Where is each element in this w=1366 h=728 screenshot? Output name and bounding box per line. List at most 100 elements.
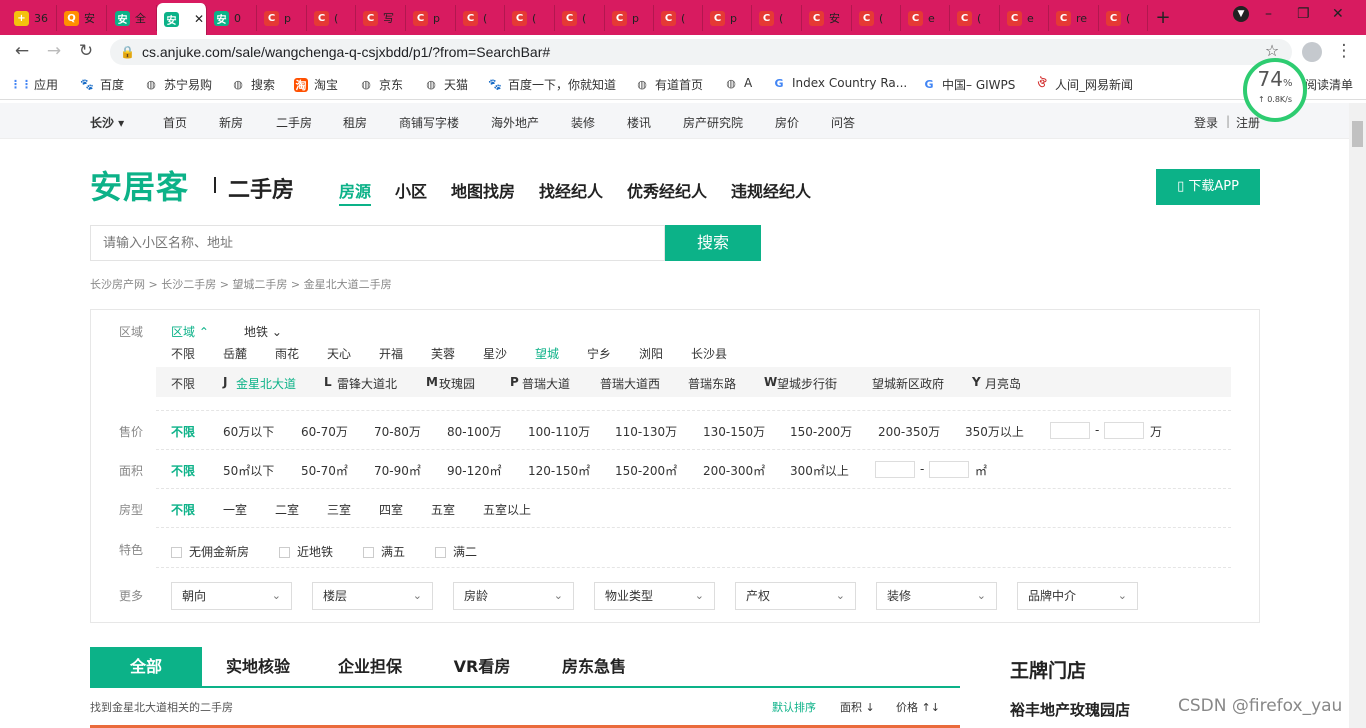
profile-avatar[interactable] xyxy=(1302,42,1322,62)
filter-dropdown[interactable]: 楼层 ⌄ xyxy=(312,582,433,610)
bookmark-netease[interactable]: ঔ 人间_网易新闻 xyxy=(1035,76,1133,93)
bookmark-tmall[interactable]: ◍ 天猫 xyxy=(424,76,468,93)
site-nav-item[interactable]: 商铺写字楼 xyxy=(399,114,459,131)
main-nav-item[interactable]: 房源 xyxy=(339,178,372,206)
site-nav-item[interactable]: 新房 xyxy=(219,114,243,131)
browser-tab[interactable]: Cp xyxy=(605,5,654,31)
site-logo[interactable]: 安居客 xyxy=(90,162,189,208)
feature-checkbox[interactable]: 无佣金新房 xyxy=(171,543,249,560)
city-selector[interactable]: 长沙 ▾ xyxy=(90,114,124,131)
bookmark-reading-list[interactable]: 阅读清单 xyxy=(1305,76,1353,93)
room-option[interactable]: 不限 xyxy=(171,501,195,518)
bookmark-search[interactable]: ◍ 搜索 xyxy=(231,76,275,93)
district-option[interactable]: 望城 xyxy=(535,345,559,362)
area-option[interactable]: 不限 xyxy=(171,462,195,479)
price-option[interactable]: 350万以上 xyxy=(965,423,1024,440)
browser-tab[interactable]: C( xyxy=(950,5,1000,31)
filter-dropdown[interactable]: 朝向 ⌄ xyxy=(171,582,292,610)
checkbox-icon[interactable] xyxy=(171,547,182,558)
district-option[interactable]: 宁乡 xyxy=(587,345,611,362)
price-option[interactable]: 100-110万 xyxy=(528,423,590,440)
bookmark-giwps[interactable]: G 中国– GIWPS xyxy=(922,76,1015,93)
browser-tab[interactable]: 安 ✕ xyxy=(157,3,207,35)
scrollbar-thumb[interactable] xyxy=(1352,121,1363,147)
browser-tab[interactable]: Cp xyxy=(257,5,307,31)
street-option[interactable]: 玫瑰园 xyxy=(439,375,475,392)
bookmark-taobao[interactable]: 淘淘宝 xyxy=(294,76,338,93)
street-option[interactable]: 普瑞大道西 xyxy=(600,375,660,392)
district-option[interactable]: 开福 xyxy=(379,345,403,362)
close-window-icon[interactable]: ✕ xyxy=(1332,6,1344,22)
area-option[interactable]: 70-90㎡ xyxy=(374,462,421,479)
bookmark-baidu[interactable]: 🐾 百度 xyxy=(80,76,124,93)
area-min-input[interactable] xyxy=(875,461,915,478)
browser-tab[interactable]: C( xyxy=(752,5,802,31)
price-option[interactable]: 150-200万 xyxy=(790,423,852,440)
browser-tab[interactable]: C( xyxy=(307,5,356,31)
bookmark-suning[interactable]: ◍ 苏宁易购 xyxy=(144,76,212,93)
price-option[interactable]: 110-130万 xyxy=(615,423,677,440)
forward-icon[interactable]: → xyxy=(44,41,64,61)
browser-tab[interactable]: C( xyxy=(505,5,555,31)
browser-tab[interactable]: C安 xyxy=(802,5,852,31)
area-option[interactable]: 50㎡以下 xyxy=(223,462,274,479)
price-option[interactable]: 不限 xyxy=(171,423,195,440)
browser-tab[interactable]: C( xyxy=(852,5,901,31)
listing-tab[interactable]: 全部 xyxy=(90,647,202,686)
tab-close-icon[interactable]: ✕ xyxy=(194,12,204,26)
district-option[interactable]: 岳麓 xyxy=(223,345,247,362)
site-nav-item[interactable]: 房产研究院 xyxy=(683,114,743,131)
sort-default[interactable]: 默认排序 xyxy=(772,699,816,715)
download-app-button[interactable]: ▯ 下载APP xyxy=(1156,169,1260,205)
bookmark-youdao[interactable]: ◍ 有道首页 xyxy=(635,76,703,93)
main-nav-item[interactable]: 优秀经纪人 xyxy=(627,178,707,202)
browser-tab[interactable]: Q安 xyxy=(57,5,107,31)
site-nav-item[interactable]: 海外地产 xyxy=(491,114,539,131)
district-option[interactable]: 长沙县 xyxy=(691,345,727,362)
district-option[interactable]: 不限 xyxy=(171,345,195,362)
main-nav-item[interactable]: 小区 xyxy=(395,178,427,202)
region-tab[interactable]: 区域 ⌃ xyxy=(171,323,209,340)
street-option[interactable]: 望城新区政府 xyxy=(872,375,944,392)
reload-icon[interactable]: ↻ xyxy=(76,41,96,61)
street-option[interactable]: 不限 xyxy=(171,375,195,392)
site-nav-item[interactable]: 二手房 xyxy=(276,114,312,131)
area-option[interactable]: 120-150㎡ xyxy=(528,462,590,479)
sort-area[interactable]: 面积 ↓ xyxy=(840,699,875,715)
filter-dropdown[interactable]: 产权 ⌄ xyxy=(735,582,856,610)
menu-icon[interactable]: ⋮ xyxy=(1334,41,1354,61)
browser-tab[interactable]: 安全 xyxy=(108,5,157,31)
main-nav-item[interactable]: 找经纪人 xyxy=(539,178,603,202)
breadcrumb[interactable]: 长沙房产网 > 长沙二手房 > 望城二手房 > 金星北大道二手房 xyxy=(90,276,392,292)
url-field[interactable]: 🔒 cs.anjuke.com/sale/wangchenga-q-csjxbd… xyxy=(110,39,1292,65)
area-option[interactable]: 50-70㎡ xyxy=(301,462,348,479)
price-option[interactable]: 130-150万 xyxy=(703,423,765,440)
room-option[interactable]: 四室 xyxy=(379,501,403,518)
browser-tab[interactable]: Ce xyxy=(901,5,950,31)
browser-tab[interactable]: +36 xyxy=(7,5,57,31)
bookmark-apps[interactable]: ⋮⋮ 应用 xyxy=(10,76,58,93)
area-option[interactable]: 150-200㎡ xyxy=(615,462,677,479)
price-min-input[interactable] xyxy=(1050,422,1090,439)
metro-tab[interactable]: 地铁 ⌄ xyxy=(244,323,282,340)
price-option[interactable]: 200-350万 xyxy=(878,423,940,440)
feature-checkbox[interactable]: 近地铁 xyxy=(279,543,333,560)
browser-tab[interactable]: Cre xyxy=(1049,5,1099,31)
area-option[interactable]: 90-120㎡ xyxy=(447,462,502,479)
filter-dropdown[interactable]: 装修 ⌄ xyxy=(876,582,997,610)
browser-tab[interactable]: C写 xyxy=(356,5,406,31)
district-option[interactable]: 天心 xyxy=(327,345,351,362)
main-nav-item[interactable]: 地图找房 xyxy=(451,178,515,202)
filter-dropdown[interactable]: 房龄 ⌄ xyxy=(453,582,574,610)
listing-tab[interactable]: 实地核验 xyxy=(202,647,314,686)
tab-search-icon[interactable]: ▼ xyxy=(1233,6,1249,22)
site-nav-item[interactable]: 租房 xyxy=(343,114,367,131)
browser-tab[interactable]: C( xyxy=(654,5,703,31)
bookmark-baidu-search[interactable]: 🐾 百度一下，你就知道 xyxy=(488,76,616,93)
filter-dropdown[interactable]: 品牌中介 ⌄ xyxy=(1017,582,1138,610)
district-option[interactable]: 雨花 xyxy=(275,345,299,362)
room-option[interactable]: 五室 xyxy=(431,501,455,518)
checkbox-icon[interactable] xyxy=(363,547,374,558)
bookmark-jd[interactable]: ◍ 京东 xyxy=(359,76,403,93)
listing-tab[interactable]: 企业担保 xyxy=(314,647,426,686)
